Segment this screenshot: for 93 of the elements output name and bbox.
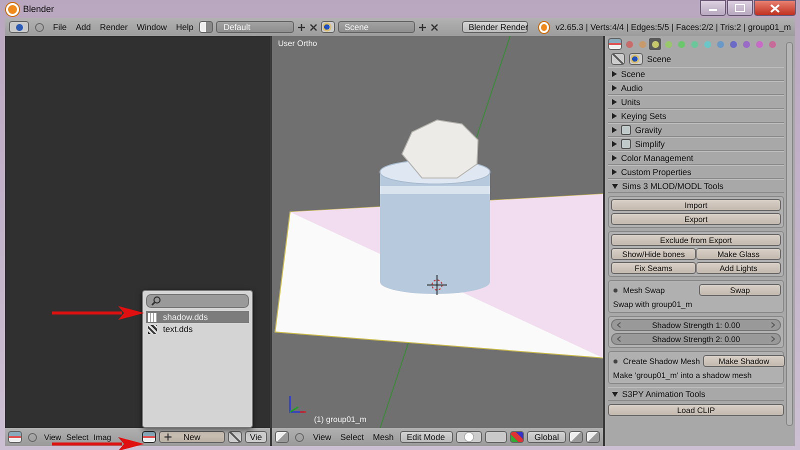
- add-icon[interactable]: [418, 22, 427, 32]
- tool-button[interactable]: Load CLIP: [608, 404, 784, 416]
- menu-item[interactable]: Mesh: [370, 432, 397, 442]
- tool-button[interactable]: Add Lights: [696, 262, 781, 274]
- maximize-button[interactable]: [727, 0, 753, 16]
- panel-header[interactable]: Keying Sets: [608, 109, 784, 123]
- tool-description: Make 'group01_m' into a shadow mesh: [612, 370, 753, 381]
- axes-icon: [289, 396, 306, 413]
- window-title: Blender: [23, 4, 54, 14]
- info-icon[interactable]: [9, 21, 29, 33]
- tool-label: Mesh Swap: [623, 286, 666, 294]
- collapse-menu-icon[interactable]: [295, 432, 304, 442]
- number-field[interactable]: Shadow Strength 1: 0.00: [611, 319, 781, 331]
- tool-button[interactable]: Import: [611, 199, 781, 211]
- menu-item[interactable]: Imag: [92, 432, 112, 442]
- tool-button[interactable]: Show/Hide bones: [611, 248, 696, 260]
- panel-header[interactable]: Sims 3 MLOD/MODL Tools: [608, 179, 784, 193]
- panel-header[interactable]: Gravity: [608, 123, 784, 137]
- tool-button[interactable]: Export: [611, 213, 781, 225]
- pin-icon[interactable]: [228, 431, 242, 443]
- panel-header[interactable]: Custom Properties: [608, 165, 784, 179]
- context-path: Scene: [647, 54, 672, 64]
- disclosure-triangle-icon: [612, 392, 618, 396]
- menu-item[interactable]: Add: [72, 22, 94, 32]
- properties-editor-icon[interactable]: [608, 38, 622, 50]
- close-button[interactable]: [754, 0, 796, 16]
- tool-button[interactable]: Exclude from Export: [611, 234, 781, 246]
- disclosure-triangle-icon: [612, 99, 617, 105]
- tool-button[interactable]: Make Glass: [696, 248, 781, 260]
- panel-header[interactable]: Audio: [608, 81, 784, 95]
- layout-icon[interactable]: [199, 21, 214, 33]
- menu-item[interactable]: Render: [96, 22, 131, 32]
- tool-button[interactable]: Swap: [699, 284, 781, 296]
- disclosure-triangle-icon: [612, 155, 617, 161]
- panel-header[interactable]: Color Management: [608, 151, 784, 165]
- tool-description: Swap with group01_m: [612, 299, 694, 310]
- mode-dropdown[interactable]: Edit Mode: [400, 431, 454, 443]
- scrollbar[interactable]: [786, 42, 793, 426]
- search-field[interactable]: [146, 294, 249, 308]
- menu-item[interactable]: Help: [172, 22, 196, 32]
- select-mode-icon[interactable]: [586, 431, 600, 443]
- disclosure-triangle-icon: [612, 184, 618, 188]
- scene-icon: [629, 53, 643, 65]
- shading-icon[interactable]: [456, 431, 482, 443]
- menu-item[interactable]: View: [43, 432, 62, 442]
- close-icon[interactable]: [308, 22, 318, 32]
- menu-item[interactable]: View: [310, 432, 334, 442]
- add-icon[interactable]: [296, 22, 306, 32]
- disclosure-triangle-icon: [612, 71, 617, 77]
- object-label: (1) group01_m: [314, 415, 366, 424]
- close-icon[interactable]: [430, 22, 439, 32]
- panel-header[interactable]: Simplify: [608, 137, 784, 151]
- scene-icon[interactable]: [320, 21, 334, 33]
- manipulator-icon[interactable]: [510, 431, 524, 443]
- view-label: User Ortho: [278, 39, 318, 48]
- image-list-item[interactable]: text.dds: [146, 323, 249, 335]
- add-icon: [164, 433, 172, 441]
- blender-logo-icon: [6, 2, 19, 16]
- menu-item[interactable]: Window: [134, 22, 170, 32]
- 3d-view-icon[interactable]: [275, 431, 289, 443]
- disclosure-triangle-icon: [612, 85, 617, 91]
- collapse-menu-icon[interactable]: [35, 22, 44, 32]
- tool-button[interactable]: Fix Seams: [611, 262, 696, 274]
- pin-icon[interactable]: [611, 53, 625, 65]
- panel-header[interactable]: Units: [608, 95, 784, 109]
- panel-header[interactable]: S3PY Animation Tools: [608, 387, 784, 401]
- number-field[interactable]: Shadow Strength 2: 0.00: [611, 333, 781, 345]
- image-list-item[interactable]: shadow.dds: [146, 311, 249, 323]
- properties-tab-icon[interactable]: [649, 38, 661, 50]
- image-editor-icon[interactable]: [8, 431, 22, 443]
- panel-header[interactable]: Scene: [608, 67, 784, 81]
- image-browse-icon[interactable]: [142, 431, 156, 443]
- render-engine-dropdown[interactable]: Blender Render: [462, 21, 528, 33]
- tool-label: Create Shadow Mesh: [623, 356, 700, 366]
- search-icon: [151, 296, 161, 306]
- collapse-menu-icon[interactable]: [28, 432, 37, 442]
- disclosure-triangle-icon: [612, 113, 617, 119]
- checkbox[interactable]: [621, 139, 631, 149]
- blender-logo-icon: [538, 22, 549, 32]
- checkbox[interactable]: [621, 125, 631, 135]
- menu-item[interactable]: Select: [65, 432, 90, 442]
- select-mode-icon[interactable]: [569, 431, 583, 443]
- minimize-button[interactable]: [700, 0, 726, 16]
- new-image-button[interactable]: New: [158, 431, 225, 443]
- close-icon: [770, 4, 780, 12]
- menu-item[interactable]: File: [50, 22, 70, 32]
- orientation-dropdown[interactable]: Global: [527, 431, 566, 443]
- scene-stats: v2.65.3 | Verts:4/4 | Edges:5/5 | Faces:2/2 | Tris:2 | group01_m: [556, 22, 792, 32]
- menu-item[interactable]: Select: [337, 432, 367, 442]
- disclosure-triangle-icon: [612, 169, 617, 175]
- tool-button[interactable]: Make Shadow: [702, 355, 785, 367]
- 3d-cursor-icon: [426, 274, 448, 296]
- view-button[interactable]: Vie: [244, 431, 267, 443]
